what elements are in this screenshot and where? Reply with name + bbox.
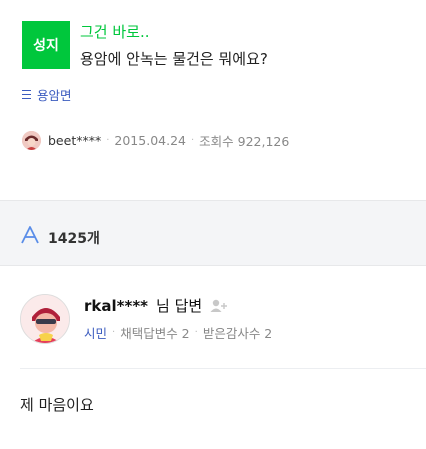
answer-a-icon <box>21 226 39 244</box>
separator-dot: · <box>112 327 116 338</box>
question-card: 성지 그건 바로.. 용암에 안녹는 물건은 뭐에요? 용암면 beet****… <box>0 0 426 200</box>
category-link[interactable]: 용암면 <box>22 85 72 104</box>
answer-body: 제 마음이요 <box>20 396 94 414</box>
question-badge: 성지 <box>22 21 70 69</box>
answerer-avatar[interactable] <box>20 294 70 344</box>
question-date: 2015.04.24 <box>114 133 186 148</box>
author-name[interactable]: beet**** <box>48 133 101 148</box>
avatar-icon <box>21 295 69 343</box>
separator-dot: · <box>194 327 198 338</box>
answerer-id[interactable]: rkal**** <box>84 297 148 315</box>
separator-dot: · <box>106 135 110 146</box>
question-tag: 그건 바로.. <box>80 23 150 41</box>
question-views: 조회수 922,126 <box>199 134 290 149</box>
answerer-name-line: rkal**** 님 답변 <box>84 295 228 316</box>
separator-dot: · <box>190 135 195 146</box>
answer-count: 1425개 <box>48 231 100 247</box>
answer-suffix: 님 답변 <box>156 297 203 315</box>
answer-card: rkal**** 님 답변 시민 · 채택답변수 2 · 받은감사수 2 제 마… <box>0 266 426 449</box>
divider <box>20 368 426 369</box>
avatar-icon <box>22 131 41 150</box>
answers-header: 1425개 <box>0 200 426 266</box>
thanks-count: 받은감사수 2 <box>202 326 273 341</box>
menu-icon <box>22 90 31 99</box>
category-label: 용암면 <box>37 88 72 103</box>
adopted-count: 채택답변수 2 <box>120 326 190 341</box>
answerer-info: 시민 · 채택답변수 2 · 받은감사수 2 <box>84 323 272 342</box>
author-avatar[interactable] <box>22 131 41 150</box>
question-title: 용암에 안녹는 물건은 뭐에요? <box>80 50 268 68</box>
add-friend-icon[interactable] <box>210 299 228 313</box>
answerer-grade[interactable]: 시민 <box>84 323 107 342</box>
question-meta: beet**** · 2015.04.24 · 조회수 922,126 <box>22 131 289 150</box>
answerer-name: rkal**** <box>84 296 149 315</box>
